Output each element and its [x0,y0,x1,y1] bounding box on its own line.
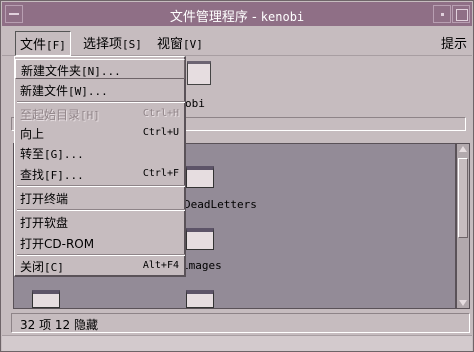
menu-item-text: 新建文件 [20,84,69,98]
menu-file[interactable]: 文件[F] [15,31,71,56]
menu-item-new-file[interactable]: 新建文件[W]... [15,80,185,100]
menu-item-open-terminal[interactable]: 打开终端 [15,188,185,208]
folder-icon[interactable] [186,228,214,250]
menu-item-key: [W]... [68,85,108,98]
file-menu-dropdown: 新建文件夹[N]... 新建文件[W]... 至起始目录[H] Ctrl+H 向… [14,56,186,277]
menu-separator [17,209,185,211]
menu-item-key: [H] [80,109,100,122]
file-manager-window: 文件管理程序 - kenobi 文件[F] 选择项[S] 视窗[V] 提示 ob… [0,0,474,352]
title-bar[interactable]: 文件管理程序 - kenobi [2,2,472,26]
menu-item-label: 查找[F]... [20,166,84,183]
menu-item-find[interactable]: 查找[F]... Ctrl+F [15,164,185,184]
folder-icon[interactable] [32,290,60,308]
menu-bar: 文件[F] 选择项[S] 视窗[V] 提示 [2,26,472,56]
menu-item-text: 转至 [20,147,45,161]
menu-item-accelerator: Alt+F4 [142,260,179,271]
menu-item-key: [C] [44,261,64,274]
menu-item-close[interactable]: 关闭[C] Alt+F4 [15,256,185,276]
menu-item-label: 新建文件夹[N]... [21,62,121,79]
menu-item-label: 关闭[C] [20,258,64,275]
minimize-icon[interactable] [433,5,451,23]
menu-item-go-to[interactable]: 转至[G]... [15,143,185,163]
menu-item-accelerator: Ctrl+H [142,108,179,119]
menu-options-label: 选择项 [83,37,123,52]
scroll-up-icon[interactable] [459,146,467,152]
file-name-deadletters[interactable]: DeadLetters [184,198,257,211]
menu-item-label: 至起始目录[H] [20,106,100,123]
menu-help[interactable]: 提示 [441,33,467,52]
status-text: 32 项 12 隐藏 [20,318,98,332]
menu-item-go-up[interactable]: 向上 Ctrl+U [15,123,185,143]
menu-item-key: [N]... [81,65,121,78]
menu-options-key: [S] [122,38,142,51]
menu-item-label: 打开软盘 [20,216,69,230]
current-path-label: obi [185,97,205,110]
menu-view[interactable]: 视窗[V] [157,33,203,52]
folder-icon [187,61,211,85]
maximize-icon[interactable] [452,5,470,23]
menu-item-key: [F]... [44,169,84,182]
menu-item-label: 打开CD-ROM [20,237,95,251]
menu-item-text: 关闭 [20,260,45,274]
message-field [2,335,472,351]
window-title-host: kenobi [260,10,305,24]
menu-item-label: 新建文件[W]... [20,82,108,99]
menu-item-accelerator: Ctrl+U [142,127,179,138]
menu-file-key: [F] [46,39,66,52]
menu-item-label: 向上 [20,127,45,141]
scroll-thumb[interactable] [458,158,468,238]
menu-item-key: [G]... [44,148,84,161]
menu-item-open-cdrom[interactable]: 打开CD-ROM [15,233,185,253]
folder-icon[interactable] [186,290,214,308]
menu-view-key: [V] [183,38,203,51]
menu-item-text: 新建文件夹 [21,64,82,78]
menu-separator [17,185,185,187]
menu-options[interactable]: 选择项[S] [83,33,142,52]
window-title: 文件管理程序 - kenobi [2,6,472,25]
menu-item-text: 至起始目录 [20,108,81,122]
status-bar: 32 项 12 隐藏 [11,313,470,333]
menu-item-open-floppy[interactable]: 打开软盘 [15,212,185,232]
menu-view-label: 视窗 [157,37,184,52]
menu-item-label: 打开终端 [20,192,69,206]
menu-item-label: 转至[G]... [20,145,84,162]
menu-item-go-home: 至起始目录[H] Ctrl+H [15,104,185,124]
menu-item-text: 查找 [20,168,45,182]
window-title-text: 文件管理程序 - [169,10,261,25]
scroll-down-icon[interactable] [459,300,467,306]
menu-item-accelerator: Ctrl+F [142,168,179,179]
menu-item-new-folder[interactable]: 新建文件夹[N]... [15,59,185,79]
folder-icon[interactable] [186,166,214,188]
menu-separator [17,101,185,103]
menu-file-label: 文件 [20,38,47,53]
file-name-images[interactable]: images [182,259,222,272]
vertical-scrollbar[interactable] [456,143,470,309]
